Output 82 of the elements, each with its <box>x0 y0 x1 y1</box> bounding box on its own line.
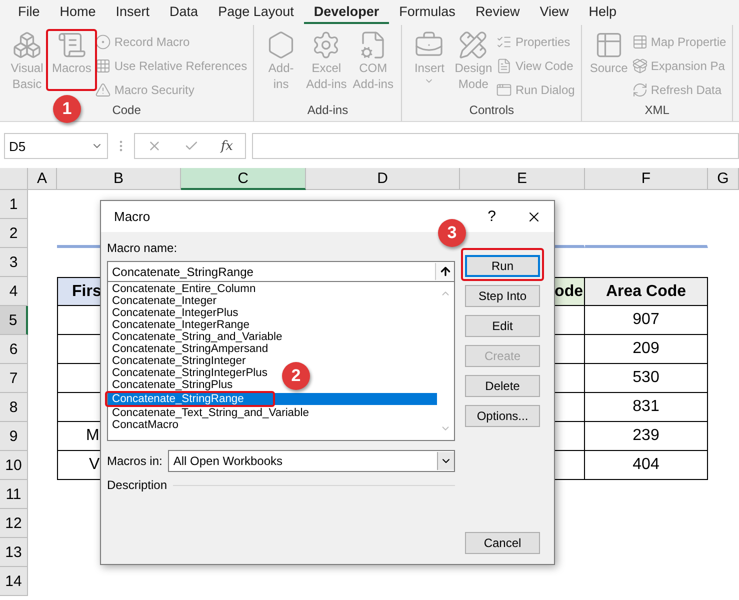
record-icon <box>95 34 112 50</box>
row-header[interactable]: 3 <box>0 248 28 277</box>
macros-in-dropdown[interactable]: All Open Workbooks <box>168 450 455 472</box>
dialog-button[interactable]: Step Into <box>465 285 540 307</box>
row-header[interactable]: 9 <box>0 422 28 451</box>
table-cell: 831 <box>585 393 708 422</box>
insert-function-button[interactable]: fx <box>220 138 233 154</box>
dialog-button[interactable]: Delete <box>465 375 540 397</box>
scroll-icon <box>56 30 87 60</box>
column-heading: Area Code <box>585 277 708 306</box>
group-label: Add-ins <box>307 103 348 117</box>
package-icon <box>632 58 648 74</box>
ruler-icon <box>458 30 488 60</box>
row-header[interactable]: 1 <box>0 190 28 219</box>
ribbon-tab[interactable]: Review <box>465 1 530 24</box>
help-button[interactable]: ? <box>488 208 496 225</box>
column-header[interactable]: F <box>585 168 708 190</box>
boxes-icon <box>12 30 42 60</box>
warning-icon <box>95 82 112 98</box>
row-header[interactable]: 12 <box>0 509 28 538</box>
macro-item[interactable]: Concatenate_StringAmpersand <box>108 343 272 355</box>
select-all-corner[interactable] <box>0 168 28 190</box>
ribbon-tab[interactable]: Help <box>578 1 626 24</box>
macro-item[interactable]: Concatenate_String_and_Variable <box>108 331 286 343</box>
column-header[interactable]: B <box>57 168 181 190</box>
ribbon-tab[interactable]: Page Layout <box>208 1 304 24</box>
row-header[interactable]: 13 <box>0 538 28 567</box>
group-label: XML <box>644 103 670 117</box>
table-cell: 209 <box>585 335 708 364</box>
row-header[interactable]: 11 <box>0 480 28 509</box>
column-header[interactable]: D <box>306 168 460 190</box>
table-cell: 907 <box>585 306 708 335</box>
dialog-button[interactable]: Run <box>465 255 540 277</box>
column-header[interactable]: A <box>28 168 57 190</box>
section-label: Description <box>107 478 168 492</box>
dialog-title: Macro <box>114 209 152 224</box>
field-label: Macros in: <box>107 454 162 468</box>
macro-item[interactable]: Concatenate_StringInteger <box>108 355 250 367</box>
column-header[interactable]: C <box>181 168 306 190</box>
ribbon-tab[interactable]: File <box>8 1 50 24</box>
row-header[interactable]: 2 <box>0 219 28 248</box>
ribbon-tab[interactable]: Insert <box>106 1 160 24</box>
macro-item[interactable]: Concatenate_IntegerPlus <box>108 307 242 319</box>
row-header[interactable]: 5 <box>0 306 28 335</box>
macro-item[interactable]: Concatenate_StringIntegerPlus <box>108 367 272 379</box>
table-icon <box>632 34 648 50</box>
column-header[interactable]: G <box>708 168 739 190</box>
cancel-button[interactable]: Cancel <box>465 532 540 554</box>
document-icon <box>496 58 512 74</box>
macro-item[interactable]: Concatenate_StringPlus <box>108 379 237 391</box>
refresh-icon <box>632 82 648 98</box>
ribbon-tab[interactable]: Formulas <box>389 1 466 24</box>
row-header[interactable]: 6 <box>0 335 28 364</box>
field-label: Macro name: <box>107 241 178 255</box>
macro-name-field[interactable]: Concatenate_StringRange <box>107 261 455 282</box>
table-cell: 404 <box>585 451 708 480</box>
row-header[interactable]: 10 <box>0 451 28 480</box>
formula-field[interactable] <box>252 133 739 159</box>
ribbon-tab[interactable]: Data <box>160 1 208 24</box>
row-header[interactable]: 7 <box>0 364 28 393</box>
macro-item[interactable]: ConcatMacro <box>108 419 183 431</box>
row-header[interactable]: 14 <box>0 567 28 596</box>
window-icon <box>496 82 512 98</box>
row-header[interactable]: 4 <box>0 277 28 306</box>
name-box[interactable]: D5 <box>4 133 108 159</box>
arrow-up-icon[interactable] <box>438 265 452 278</box>
dialog-button[interactable]: Edit <box>465 315 540 337</box>
dialog-button[interactable]: Options... <box>465 405 540 427</box>
macro-item[interactable]: Concatenate_Text_String_and_Variable <box>108 407 313 419</box>
highlight-frame <box>46 29 97 91</box>
list-icon <box>496 34 512 50</box>
group-label: Code <box>112 103 141 117</box>
row-header[interactable]: 8 <box>0 393 28 422</box>
table-cell: 239 <box>585 422 708 451</box>
group-label: Controls <box>469 103 514 117</box>
macro-item[interactable]: Concatenate_StringRange <box>108 393 437 405</box>
column-header[interactable]: E <box>460 168 585 190</box>
table-cell: 530 <box>585 364 708 393</box>
macro-item[interactable]: Concatenate_IntegerRange <box>108 319 254 331</box>
grid-icon <box>95 58 112 74</box>
ribbon-tab[interactable]: View <box>530 1 579 24</box>
ribbon-tab[interactable]: Home <box>50 1 106 24</box>
